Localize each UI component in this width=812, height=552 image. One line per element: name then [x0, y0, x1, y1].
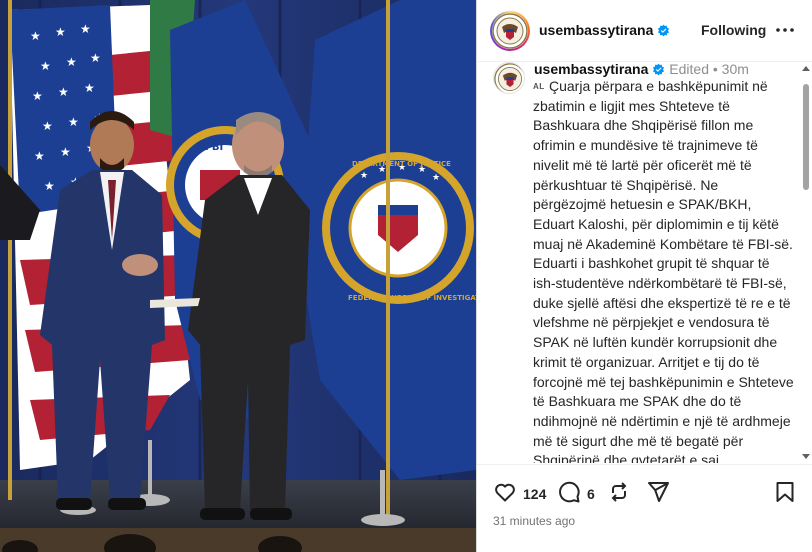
- scrollbar-thumb[interactable]: [803, 84, 809, 190]
- caption-area: usembassytirana Edited • 30m AL Çuarja p…: [477, 62, 812, 463]
- send-icon[interactable]: [646, 480, 670, 509]
- bookmark-icon[interactable]: [773, 480, 797, 509]
- embassy-seal-icon: [494, 63, 524, 93]
- svg-text:★: ★: [432, 173, 440, 183]
- caption-body: Çuarja përpara e bashkëpunimit në zbatim…: [533, 78, 794, 463]
- heart-icon[interactable]: [493, 480, 517, 509]
- svg-text:★: ★: [90, 51, 101, 65]
- post-panel: usembassytirana Following usembassytiran…: [476, 0, 812, 552]
- caption-meta: Edited • 30m: [669, 62, 749, 77]
- caption-scrollbar[interactable]: [799, 62, 812, 463]
- svg-text:FBI: FBI: [205, 142, 223, 153]
- svg-text:★: ★: [44, 179, 55, 193]
- scroll-down-arrow-icon[interactable]: [802, 454, 810, 459]
- post-header: usembassytirana Following: [477, 0, 812, 62]
- repost-icon[interactable]: [607, 480, 631, 509]
- like-count[interactable]: 124: [523, 486, 546, 502]
- svg-text:★: ★: [30, 29, 41, 43]
- header-username[interactable]: usembassytirana: [539, 22, 670, 38]
- handshake: [122, 254, 158, 276]
- post-actions: 124 6 31 minutes ago: [477, 464, 812, 552]
- header-username-text[interactable]: usembassytirana: [539, 22, 653, 38]
- verified-badge-icon: [658, 24, 670, 37]
- seal-text-bottom: FEDERAL BUREAU OF INVESTIGATION: [348, 294, 476, 302]
- caption-header: usembassytirana Edited • 30m: [534, 62, 749, 76]
- svg-text:★: ★: [42, 119, 53, 133]
- verified-badge-icon: [653, 63, 665, 76]
- svg-text:★: ★: [58, 85, 69, 99]
- svg-text:★: ★: [40, 59, 51, 73]
- post-timestamp[interactable]: 31 minutes ago: [493, 514, 575, 528]
- avatar[interactable]: [490, 11, 530, 51]
- ceremony-photo: ★★★ ★★★ ★★★ ★★★ ★★★ ★★ FBI: [0, 0, 476, 552]
- following-button[interactable]: Following: [701, 22, 766, 38]
- svg-text:★: ★: [66, 55, 77, 69]
- comment-count[interactable]: 6: [587, 486, 595, 502]
- svg-text:★: ★: [32, 89, 43, 103]
- more-horizontal-icon[interactable]: [773, 20, 797, 40]
- svg-text:★: ★: [55, 25, 66, 39]
- comment-icon[interactable]: [557, 480, 581, 509]
- svg-text:★: ★: [360, 171, 368, 181]
- svg-text:★: ★: [34, 149, 45, 163]
- svg-text:★: ★: [60, 145, 71, 159]
- embassy-seal-icon: [492, 13, 528, 49]
- svg-text:★: ★: [80, 22, 91, 36]
- caption-username[interactable]: usembassytirana: [534, 62, 648, 77]
- caption-avatar[interactable]: [493, 62, 525, 94]
- svg-text:★: ★: [84, 81, 95, 95]
- post-photo[interactable]: ★★★ ★★★ ★★★ ★★★ ★★★ ★★ FBI: [0, 0, 476, 552]
- seal-text-top: DEPARTMENT OF JUSTICE: [352, 160, 451, 168]
- caption-text: Çuarja përpara e bashkëpunimit në zbatim…: [533, 77, 795, 463]
- svg-text:★: ★: [68, 115, 79, 129]
- scroll-up-arrow-icon[interactable]: [802, 66, 810, 71]
